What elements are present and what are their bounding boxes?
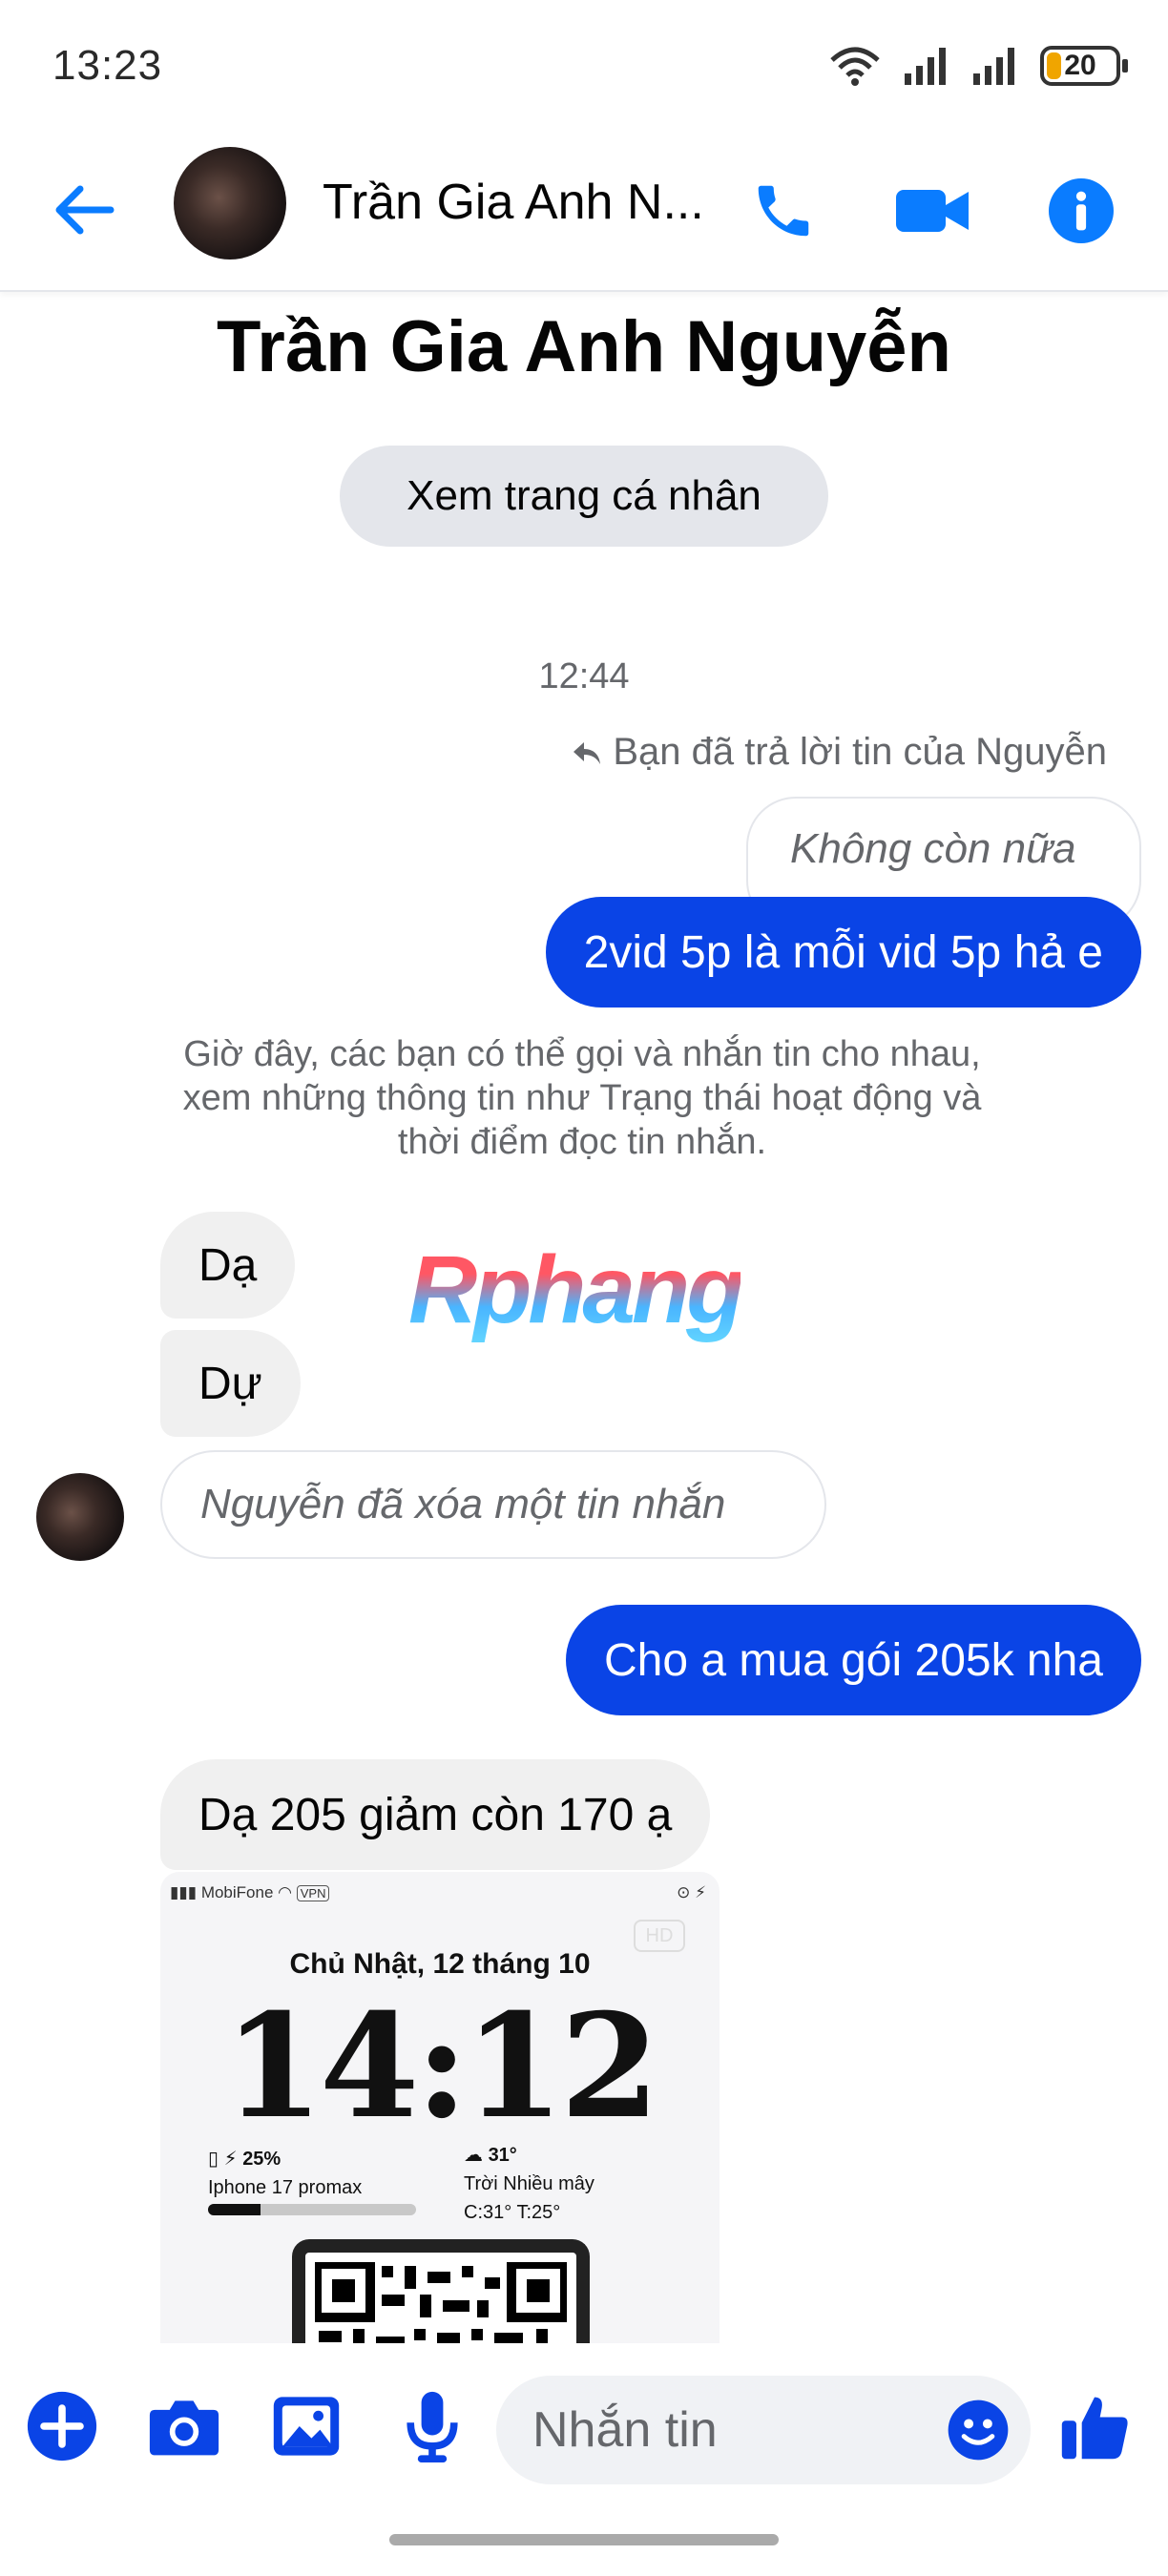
back-button[interactable] — [48, 172, 124, 248]
chat-notice: Giờ đây, các bạn có thể gọi và nhắn tin … — [182, 1034, 982, 1162]
attachment-status-icons: ⊙ ⚡ — [677, 1883, 706, 1910]
outgoing-message[interactable]: 2vid 5p là mỗi vid 5p hả e — [545, 897, 1141, 1008]
battery-widget-device: Iphone 17 promax — [208, 2177, 363, 2198]
like-button[interactable] — [1053, 2385, 1136, 2467]
message-input[interactable] — [532, 2376, 933, 2484]
weather-range: C:31° T:25° — [464, 2202, 561, 2223]
incoming-message[interactable]: Dạ 205 giảm còn 170 ạ — [160, 1759, 711, 1870]
message-input-container[interactable] — [496, 2376, 1031, 2484]
profile-name: Trần Gia Anh Nguyễn — [217, 306, 951, 387]
lockscreen-clock: 14:12 — [223, 1983, 660, 2150]
camera-button[interactable] — [143, 2385, 225, 2467]
phone-icon: ▯ — [208, 2149, 219, 2170]
status-icons: 20 — [828, 42, 1128, 90]
video-camera-icon — [896, 190, 969, 232]
camera-icon — [149, 2400, 219, 2456]
contact-name[interactable]: Trần Gia Anh N... — [323, 174, 704, 231]
incoming-message[interactable]: Dự — [160, 1330, 301, 1437]
chat-header: Trần Gia Anh N... — [0, 134, 1168, 292]
contact-avatar[interactable] — [174, 147, 286, 260]
battery-widget-percent: 25% — [242, 2149, 282, 2170]
charging-icon: ⚡ — [695, 1883, 706, 1901]
signal-icon-2 — [973, 48, 1014, 85]
signal-icon: ▮▮▮ — [170, 1883, 198, 1901]
wifi-icon — [830, 47, 880, 86]
view-profile-button[interactable]: Xem trang cá nhân — [340, 446, 828, 547]
outgoing-message[interactable]: Cho a mua gói 205k nha — [565, 1605, 1141, 1715]
signal-icon — [905, 48, 946, 85]
lockscreen-date: Chủ Nhật, 12 tháng 10 — [289, 1948, 591, 1980]
image-icon — [273, 2397, 340, 2456]
weather-temp: 31° — [488, 2145, 517, 2166]
weather-widget: ☁ 31° Trời Nhiều mây C:31° T:25° — [464, 2141, 594, 2227]
battery-indicator: 20 — [1040, 46, 1128, 86]
hd-badge: HD — [634, 1920, 685, 1952]
info-button[interactable] — [1038, 168, 1124, 254]
plus-circle-icon — [27, 2391, 97, 2462]
thumbs-up-icon — [1061, 2397, 1128, 2460]
reply-meta-text: Bạn đã trả lời tin của Nguyễn — [613, 731, 1107, 773]
video-call-button[interactable] — [889, 168, 975, 254]
attachment-vpn-badge: VPN — [296, 1885, 330, 1901]
incoming-message[interactable]: Dạ — [160, 1212, 296, 1319]
cloud-icon: ☁ — [464, 2145, 483, 2166]
alarm-icon: ⊙ — [677, 1883, 691, 1901]
gallery-button[interactable] — [265, 2385, 347, 2467]
image-attachment[interactable]: ▮▮▮ MobiFone ◠ VPN ⊙ ⚡ HD Chủ Nhật, 12 t… — [160, 1872, 720, 2343]
deleted-message-notice: Nguyễn đã xóa một tin nhắn — [160, 1450, 826, 1559]
microphone-icon — [407, 2391, 458, 2462]
battery-fill — [1047, 52, 1062, 79]
attachment-status-bar: ▮▮▮ MobiFone ◠ VPN ⊙ ⚡ — [170, 1883, 706, 1910]
status-time: 13:23 — [52, 42, 163, 89]
emoji-button[interactable] — [947, 2399, 1010, 2462]
phone-icon — [758, 185, 809, 237]
message-timestamp: 12:44 — [538, 656, 630, 696]
status-bar: 13:23 20 — [0, 0, 1168, 134]
qr-code — [292, 2239, 590, 2343]
message-composer — [0, 2343, 1168, 2509]
arrow-left-icon — [55, 185, 115, 235]
reply-indicator: Bạn đã trả lời tin của Nguyễn — [571, 731, 1107, 774]
smiley-icon — [948, 2399, 1009, 2461]
add-button[interactable] — [21, 2385, 103, 2467]
battery-widget-bar — [208, 2204, 416, 2215]
attachment-carrier-group: ▮▮▮ MobiFone ◠ VPN — [170, 1883, 330, 1910]
battery-widget: ▯ ⚡ 25% Iphone 17 promax — [208, 2145, 362, 2202]
watermark: Rphang — [408, 1236, 744, 1343]
charging-icon: ⚡ — [223, 2149, 238, 2170]
battery-text: 20 — [1064, 50, 1096, 81]
weather-desc: Trời Nhiều mây — [464, 2173, 594, 2194]
voice-message-button[interactable] — [391, 2385, 473, 2467]
battery-widget-bar-fill — [208, 2204, 261, 2215]
wifi-icon: ◠ — [278, 1883, 292, 1901]
qr-code-icon — [312, 2259, 570, 2343]
sender-avatar[interactable] — [36, 1473, 124, 1561]
attachment-carrier: MobiFone — [200, 1883, 274, 1901]
reply-icon — [574, 741, 601, 764]
voice-call-button[interactable] — [740, 168, 826, 254]
home-indicator[interactable] — [389, 2534, 779, 2545]
info-icon — [1049, 178, 1114, 243]
